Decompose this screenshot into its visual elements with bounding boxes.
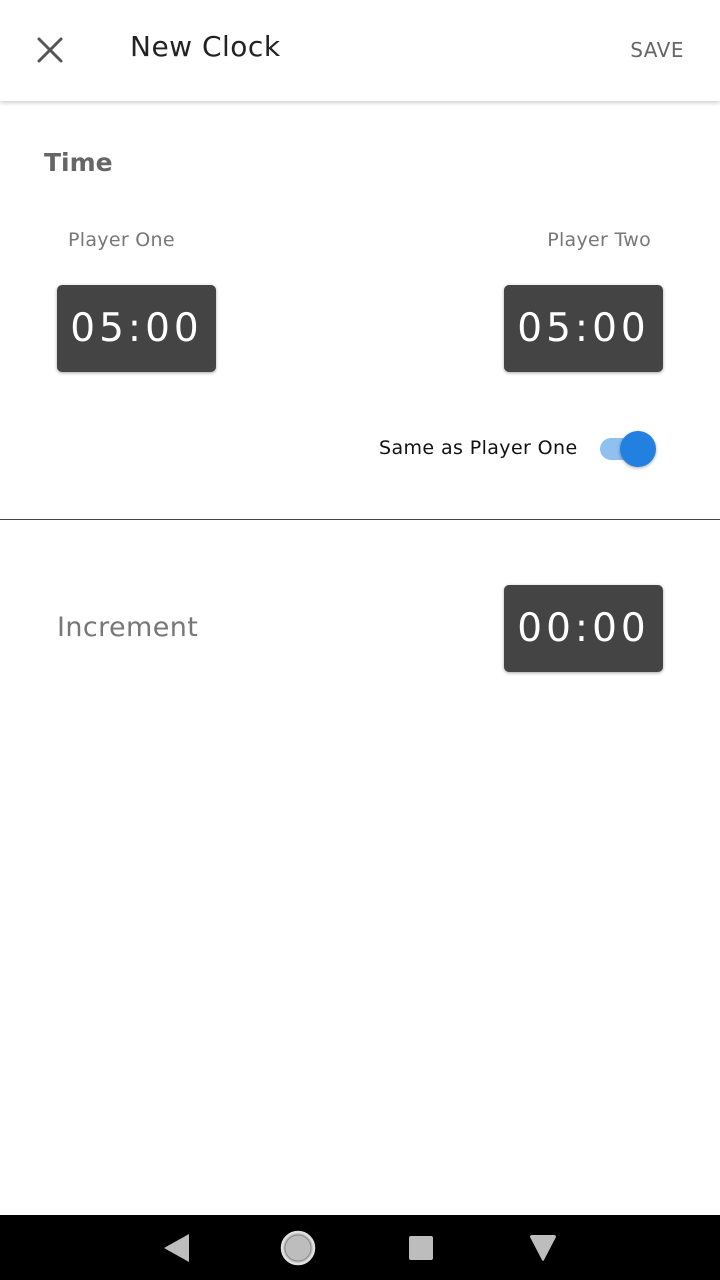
system-nav-bar	[0, 1215, 720, 1280]
nav-back-button[interactable]	[156, 1229, 196, 1267]
toggle-thumb	[620, 431, 656, 467]
increment-time-button[interactable]: 00:00	[504, 585, 663, 672]
player-one-label: Player One	[68, 229, 175, 251]
section-divider	[0, 519, 720, 520]
app-root: New Clock SAVE Time Player One Player Tw…	[0, 0, 720, 1280]
recents-icon	[409, 1236, 433, 1260]
nav-home-button[interactable]	[278, 1229, 318, 1267]
same-as-player-one-label: Same as Player One	[379, 437, 578, 459]
player-one-time-button[interactable]: 05:00	[57, 285, 216, 372]
nav-recents-button[interactable]	[401, 1229, 441, 1267]
app-bar: New Clock SAVE	[0, 0, 720, 101]
notification-icon	[530, 1235, 556, 1261]
page-title: New Clock	[130, 30, 281, 63]
back-icon	[164, 1234, 189, 1262]
nav-notification-button[interactable]	[523, 1229, 563, 1267]
increment-label: Increment	[57, 612, 199, 643]
player-two-time-button[interactable]: 05:00	[504, 285, 663, 372]
close-button[interactable]	[22, 22, 78, 78]
same-as-player-one-toggle[interactable]	[598, 429, 658, 467]
home-icon	[280, 1230, 316, 1266]
close-icon	[37, 37, 63, 63]
save-button[interactable]: SAVE	[630, 38, 684, 62]
time-section-title: Time	[44, 148, 113, 177]
player-two-label: Player Two	[547, 229, 651, 251]
